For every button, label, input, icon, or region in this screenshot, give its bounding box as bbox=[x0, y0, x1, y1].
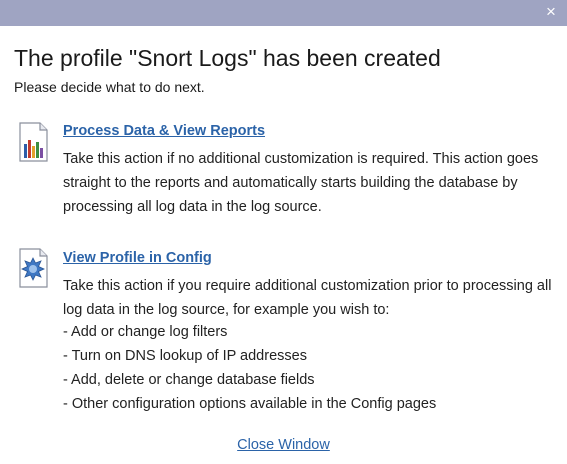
list-item: - Other configuration options available … bbox=[63, 396, 437, 412]
close-window-container: Close Window bbox=[0, 437, 567, 453]
process-data-description: Take this action if no additional custom… bbox=[63, 151, 539, 215]
gear-config-icon bbox=[17, 248, 49, 288]
list-item: - Add, delete or change database fields bbox=[63, 372, 315, 388]
dialog-titlebar: × bbox=[0, 0, 567, 26]
close-window-link[interactable]: Close Window bbox=[237, 437, 330, 453]
view-profile-in-config-link[interactable]: View Profile in Config bbox=[63, 250, 212, 266]
dialog-subheading: Please decide what to do next. bbox=[14, 79, 205, 95]
process-data-view-reports-link[interactable]: Process Data & View Reports bbox=[63, 123, 265, 139]
list-item: - Add or change log filters bbox=[63, 324, 228, 340]
view-profile-description: Take this action if you require addition… bbox=[63, 278, 552, 318]
config-options-list: - Add or change log filters - Turn on DN… bbox=[63, 320, 558, 416]
bar-chart-report-icon bbox=[17, 122, 49, 162]
close-icon[interactable]: × bbox=[543, 3, 559, 21]
list-item: - Turn on DNS lookup of IP addresses bbox=[63, 348, 307, 364]
dialog-heading: The profile "Snort Logs" has been create… bbox=[14, 45, 441, 71]
